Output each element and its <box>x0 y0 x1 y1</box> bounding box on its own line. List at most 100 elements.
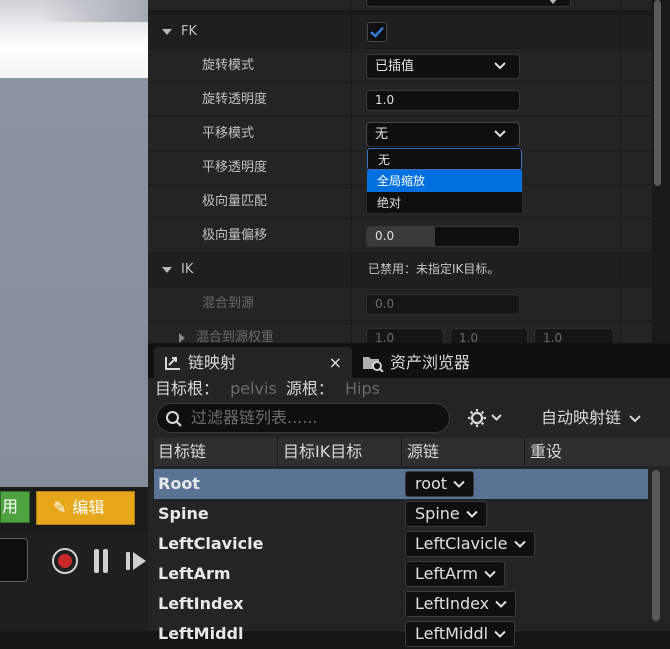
step-forward-icon[interactable] <box>124 550 148 572</box>
pencil-icon: ✎ <box>53 498 67 517</box>
target-chain-name: Root <box>158 474 200 493</box>
asset-browser-icon <box>362 354 384 372</box>
column-source-chain[interactable]: 源链 <box>403 438 525 466</box>
pole-vector-offset-row: 极向量偏移 0.0 <box>148 219 652 253</box>
source-chain-combo[interactable]: Spine <box>405 501 487 527</box>
fk-section-row[interactable]: FK <box>148 15 652 49</box>
tab-chain-mapping[interactable]: 链映射 × <box>154 347 352 378</box>
details-scrollbar[interactable] <box>652 0 662 343</box>
source-chain-value: LeftMiddl <box>415 624 489 643</box>
chevron-down-icon <box>629 414 641 424</box>
source-chain-combo[interactable]: LeftMiddl <box>405 621 516 647</box>
table-row[interactable]: LeftArm LeftArm <box>154 559 648 589</box>
blend-weight-y-input[interactable]: 1.0 <box>450 328 528 343</box>
search-placeholder: 过滤器链列表...... <box>191 408 318 427</box>
check-icon <box>370 26 384 38</box>
pole-vector-offset-value: 0.0 <box>375 229 395 243</box>
collapse-arrow-icon[interactable] <box>162 266 172 273</box>
target-root-key: 目标根： <box>155 379 220 398</box>
preview-button-label: 用 <box>2 497 19 516</box>
tab-chain-mapping-label: 链映射 <box>188 353 237 372</box>
source-root-value: Hips <box>345 379 380 398</box>
record-icon[interactable] <box>52 548 78 574</box>
source-chain-value: LeftArm <box>415 564 478 583</box>
viewport-panel[interactable]: 用 ✎ 编辑 <box>0 0 148 631</box>
source-root-key: 源根： <box>285 379 334 398</box>
chevron-down-icon <box>453 478 465 490</box>
rotation-mode-row: 旋转模式 已插值 <box>148 49 652 83</box>
pause-icon[interactable] <box>92 549 110 573</box>
rotation-mode-label: 旋转模式 <box>148 49 351 83</box>
gear-icon <box>468 409 486 427</box>
source-chain-label: 源链 <box>148 0 351 11</box>
scrollbar-thumb[interactable] <box>652 470 660 621</box>
target-root-value: pelvis <box>230 379 277 398</box>
translation-mode-value: 无 <box>375 127 389 142</box>
tab-bar: 链映射 × 资产浏览器 <box>148 343 670 378</box>
column-reset[interactable]: 重设 <box>526 438 670 466</box>
source-chain-value: root <box>375 0 401 2</box>
blend-weight-z-input[interactable]: 1.0 <box>534 328 614 343</box>
tab-asset-browser-label: 资产浏览器 <box>390 353 471 372</box>
source-chain-value-cell: root <box>352 0 620 11</box>
column-target-chain[interactable]: 目标链 <box>154 438 278 466</box>
search-input[interactable]: 过滤器链列表...... <box>156 403 450 433</box>
expand-arrow-icon[interactable] <box>179 332 185 343</box>
scrollbar-thumb[interactable] <box>654 0 661 186</box>
column-target-ik-goal[interactable]: 目标IK目标 <box>279 438 402 466</box>
source-chain-combo[interactable]: LeftIndex <box>405 591 517 617</box>
tab-asset-browser[interactable]: 资产浏览器 <box>356 347 556 378</box>
rotation-mode-value: 已插值 <box>375 59 415 74</box>
target-chain-name: LeftClavicle <box>158 534 264 553</box>
fk-section-label: FK <box>181 24 198 39</box>
table-row[interactable]: LeftClavicle LeftClavicle <box>154 529 648 559</box>
translation-mode-dropdown: 无 全局缩放 绝对 <box>366 146 523 214</box>
chevron-down-icon <box>494 130 506 138</box>
blend-to-source-input[interactable]: 0.0 <box>366 294 520 315</box>
chevron-down-icon <box>494 628 506 640</box>
rotation-mode-combo[interactable]: 已插值 <box>366 54 520 79</box>
source-chain-value: LeftClavicle <box>415 534 508 553</box>
translation-mode-combo[interactable]: 无 <box>366 122 520 147</box>
fk-enabled-checkbox[interactable] <box>367 22 387 42</box>
edit-button[interactable]: ✎ 编辑 <box>36 491 135 525</box>
rotation-alpha-row: 旋转透明度 1.0 <box>148 83 652 117</box>
blend-to-source-label: 混合到源 <box>148 287 351 321</box>
viewport-object-shadow <box>40 0 148 22</box>
source-chain-combo[interactable]: root <box>366 0 571 7</box>
pole-vector-offset-input[interactable]: 0.0 <box>366 226 520 247</box>
search-icon <box>165 410 183 428</box>
dropdown-option-global-scale[interactable]: 全局缩放 <box>367 170 522 192</box>
blend-weights-label: 混合到源权重 <box>196 330 275 343</box>
auto-map-chains-button[interactable]: 自动映射链 <box>541 407 641 429</box>
timeline-box[interactable] <box>0 538 28 582</box>
chevron-down-icon <box>484 568 496 580</box>
chevron-down-icon <box>513 538 526 550</box>
source-chain-combo[interactable]: root <box>405 471 475 497</box>
ik-section-row[interactable]: IK 已禁用：未指定IK目标。 <box>148 253 652 287</box>
source-chain-combo[interactable]: LeftClavicle <box>405 531 535 557</box>
table-row[interactable]: LeftIndex LeftIndex <box>154 589 648 619</box>
table-row[interactable]: LeftMiddl LeftMiddl <box>154 619 648 649</box>
close-icon[interactable]: × <box>329 347 342 378</box>
rotation-alpha-input[interactable]: 1.0 <box>366 90 520 111</box>
table-row[interactable]: Spine Spine <box>154 499 648 529</box>
table-header: 目标链 目标IK目标 源链 重设 <box>154 438 670 466</box>
source-chain-value: LeftIndex <box>415 594 490 613</box>
chain-table-scrollbar[interactable] <box>651 470 661 631</box>
dropdown-option-absolute[interactable]: 绝对 <box>367 192 522 214</box>
settings-button[interactable] <box>468 407 508 429</box>
target-chain-name: LeftArm <box>158 564 231 583</box>
dropdown-option-none[interactable]: 无 <box>367 148 522 170</box>
collapse-arrow-icon[interactable] <box>162 28 172 35</box>
pole-vector-match-label: 极向量匹配 <box>148 185 351 219</box>
blend-weight-x-input[interactable]: 1.0 <box>366 328 444 343</box>
chevron-down-icon <box>494 62 506 70</box>
pole-vector-offset-label: 极向量偏移 <box>148 219 351 253</box>
translation-mode-label: 平移模式 <box>148 117 351 151</box>
source-chain-combo[interactable]: LeftArm <box>405 561 505 587</box>
rotation-alpha-value: 1.0 <box>375 93 395 107</box>
table-row[interactable]: Root root <box>154 469 648 499</box>
preview-button[interactable]: 用 <box>0 491 30 523</box>
auto-map-label: 自动映射链 <box>541 408 622 427</box>
